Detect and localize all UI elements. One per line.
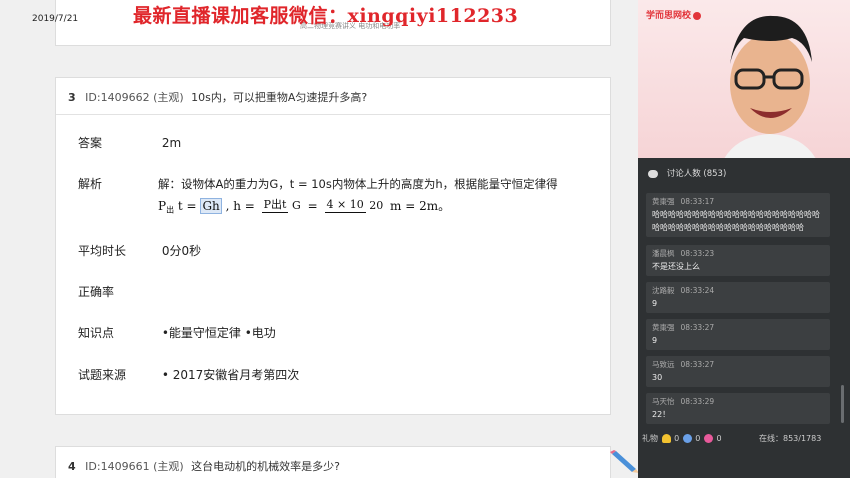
chat-bubble-icon: [648, 169, 658, 178]
answer-row: 答案 2m: [78, 134, 181, 151]
chat-footer: 礼物 0 0 0 在线：853/1783: [638, 428, 850, 450]
chat-time: 08:33:17: [680, 197, 715, 206]
date-stamp: 2019/7/21: [32, 14, 79, 24]
document-area: 2019/7/21 高二物理竞赛讲义 电功和电功率 最新直播课加客服微信：xin…: [0, 0, 638, 478]
question-card-4: 4 ID:1409661 (主观) 这台电动机的机械效率是多少?: [55, 446, 611, 478]
accuracy-label: 正确率: [78, 285, 115, 299]
fraction-1-denominator: G: [291, 198, 301, 212]
source-value: • 2017安徽省月考第四次: [161, 368, 300, 382]
chat-message: 黄棗强 08:33:17 哈哈哈哈哈哈哈哈哈哈哈哈哈哈哈哈哈哈哈哈哈哈哈哈哈哈哈哈…: [646, 193, 830, 237]
chat-user: 马致远: [652, 360, 675, 369]
chat-message: 马致远 08:33:27 30: [646, 356, 830, 387]
chat-user: 马天怡: [652, 397, 675, 406]
chat-message: 马天怡 08:33:29 22！: [646, 393, 830, 424]
avg-time-row: 平均时长 0分0秒: [78, 242, 201, 259]
online-count: 在线：853/1783: [759, 434, 822, 443]
formula-p: P: [158, 198, 167, 213]
chat-text: 9: [652, 336, 658, 345]
question-header: 3 ID:1409662 (主观) 10s内，可以把重物A匀速提升多高?: [56, 78, 610, 115]
chat-time: 08:33:27: [680, 323, 715, 332]
gift-label: 礼物: [642, 434, 658, 443]
chat-user: 潘晨枫: [652, 249, 675, 258]
chat-user: 沈路毅: [652, 286, 675, 295]
answer-value: 2m: [161, 136, 182, 150]
chat-time: 08:33:27: [680, 360, 715, 369]
gift-count-1: 0: [674, 434, 680, 443]
chat-time: 08:33:23: [680, 249, 715, 258]
formula-result: m = 2m。: [390, 199, 451, 213]
analysis-text: 解：设物体A的重力为G，t = 10s内物体上升的高度为h，根据能量守恒定律得: [158, 177, 558, 191]
answer-label: 答案: [78, 136, 103, 150]
chat-text: 30: [652, 373, 663, 382]
source-label: 试题来源: [78, 368, 127, 382]
analysis-formula: P出 t = Gh , h = P出t G = 4 × 10 20 m = 2m…: [158, 197, 450, 231]
question-id: ID:1409662: [85, 91, 150, 104]
chat-message: 潘晨枫 08:33:23 不是还没上么: [646, 245, 830, 276]
question-text: 10s内，可以把重物A匀速提升多高?: [191, 91, 368, 104]
chat-header: 讨论人数 (853): [638, 162, 850, 184]
source-row: 试题来源 • 2017安徽省月考第四次: [78, 366, 299, 383]
avg-time-label: 平均时长: [78, 244, 127, 258]
brand-logo: 学而思网校: [646, 8, 702, 21]
formula-p-sub: 出: [166, 205, 175, 215]
chat-message: 沈路毅 08:33:24 9: [646, 282, 830, 313]
pencil-icon[interactable]: [610, 450, 640, 474]
chat-user: 黄棗强: [652, 323, 675, 332]
chat-text: 22！: [652, 410, 671, 419]
watermark-text: 最新直播课加客服微信：xingqiyi112233: [133, 5, 519, 27]
chat-text: 不是还没上么: [652, 262, 700, 271]
fraction-1-numerator: P出t: [261, 198, 289, 213]
gift-count-3: 0: [716, 434, 722, 443]
formula-equals: =: [307, 198, 318, 213]
knowledge-value: •能量守恒定律 •电功: [161, 326, 276, 340]
question-type: (主观): [153, 91, 184, 104]
formula-highlight: Gh: [200, 197, 222, 214]
question-type: (主观): [153, 460, 184, 473]
question-number: 4: [68, 460, 76, 473]
fraction-2-numerator: 4 × 10: [324, 198, 366, 213]
analysis-label: 解析: [78, 177, 103, 191]
chat-time: 08:33:24: [680, 286, 715, 295]
trophy-gift-icon[interactable]: [661, 434, 671, 443]
teacher-avatar: [724, 15, 816, 158]
brand-text: 学而思网校: [646, 11, 692, 21]
question-card-3: 3 ID:1409662 (主观) 10s内，可以把重物A匀速提升多高? 答案 …: [55, 77, 611, 415]
chat-user: 黄棗强: [652, 197, 675, 206]
planet-gift-icon[interactable]: [682, 434, 692, 443]
fraction-2: 4 × 10 20: [324, 198, 384, 213]
formula-h-eq: , h =: [225, 198, 255, 213]
chat-time: 08:33:29: [680, 397, 715, 406]
analysis-row: 解析 解：设物体A的重力为G，t = 10s内物体上升的高度为h，根据能量守恒定…: [78, 175, 598, 214]
teacher-video: 学而思网校: [638, 0, 850, 158]
question-number: 3: [68, 91, 76, 104]
question-id: ID:1409661: [85, 460, 150, 473]
formula-t-eq: t =: [177, 198, 197, 213]
chat-scrollbar[interactable]: [841, 385, 844, 423]
chat-text: 9: [652, 299, 658, 308]
fraction-2-denominator: 20: [369, 198, 384, 212]
avg-time-value: 0分0秒: [161, 244, 202, 258]
question-header: 4 ID:1409661 (主观) 这台电动机的机械效率是多少?: [56, 447, 610, 478]
screen: 2019/7/21 高二物理竞赛讲义 电功和电功率 最新直播课加客服微信：xin…: [0, 0, 850, 478]
knowledge-label: 知识点: [78, 326, 115, 340]
chat-text: 哈哈哈哈哈哈哈哈哈哈哈哈哈哈哈哈哈哈哈哈哈哈哈哈哈哈哈哈哈哈哈哈哈哈哈哈哈哈哈哈: [652, 210, 820, 232]
fraction-1: P出t G: [261, 198, 301, 213]
chat-title: 讨论人数 (853): [666, 169, 727, 179]
chat-message: 黄棗强 08:33:27 9: [646, 319, 830, 350]
gift-count-2: 0: [695, 434, 701, 443]
question-text: 这台电动机的机械效率是多少?: [191, 460, 341, 473]
live-panel: 学而思网校 讨论人数 (853) 黄棗强 08:33:17 哈哈哈哈哈哈哈哈哈哈哈…: [638, 0, 850, 478]
accuracy-row: 正确率: [78, 283, 162, 300]
balloon-gift-icon[interactable]: [703, 434, 713, 443]
knowledge-row: 知识点 •能量守恒定律 •电功: [78, 324, 276, 341]
brand-icon: [693, 11, 702, 20]
